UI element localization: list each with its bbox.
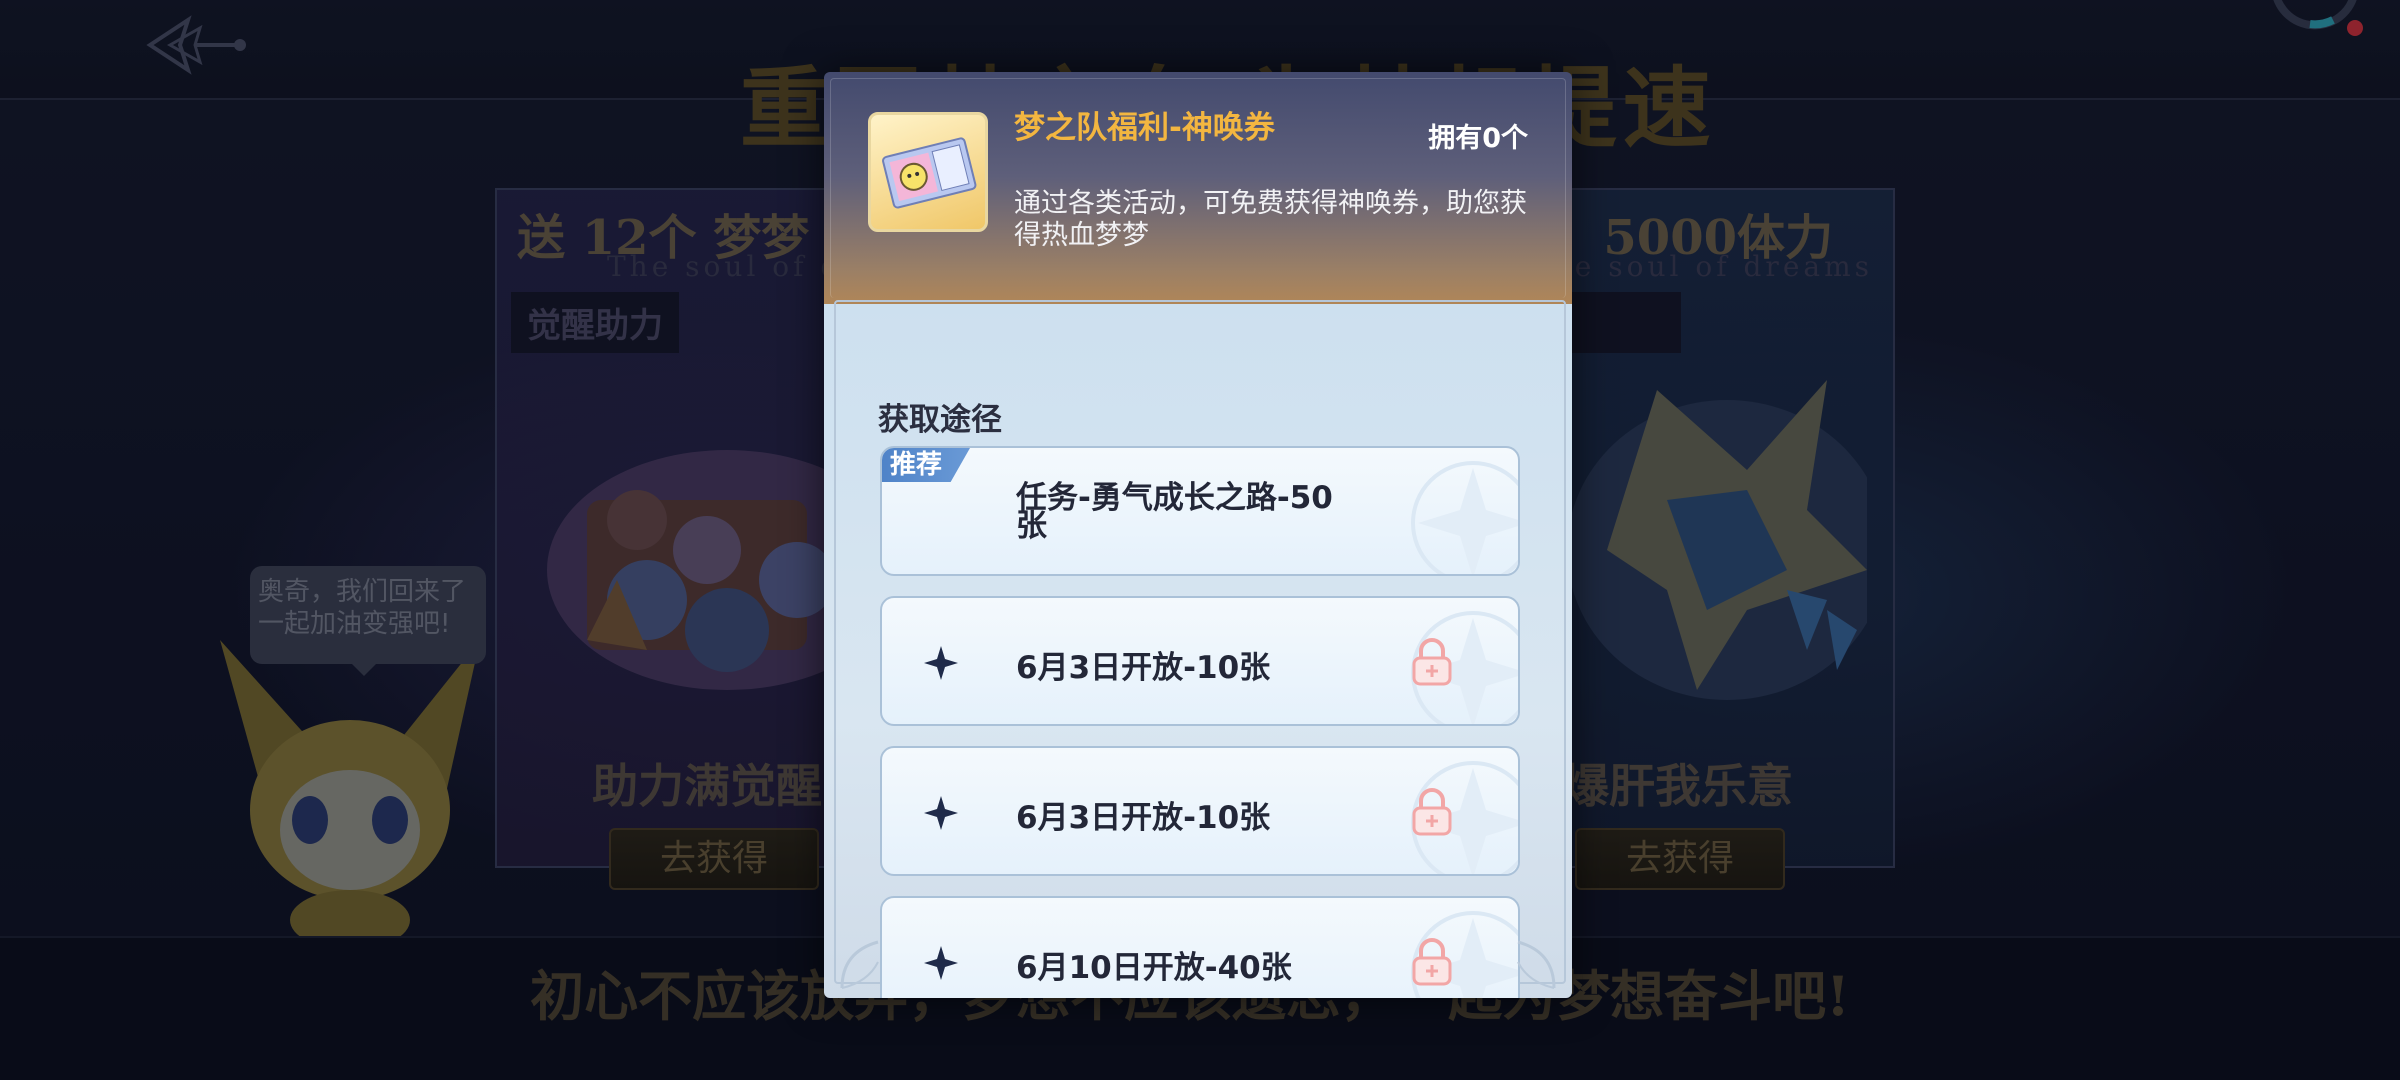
lock-icon — [1412, 938, 1452, 986]
owned-count: 拥有0个 — [1428, 123, 1528, 154]
route-label: 6月10日开放-40张 — [1016, 950, 1292, 986]
lock-icon — [1412, 788, 1452, 836]
route-label: 6月3日开放-10张 — [1016, 650, 1271, 686]
corner-ornament-icon — [840, 940, 879, 989]
acquire-ways-title: 获取途径 — [878, 402, 1002, 438]
item-icon-frame — [868, 112, 988, 232]
item-description: 通过各类活动，可免费获得神唤券，助您获得热血梦梦 — [1014, 188, 1527, 251]
corner-ornament-icon — [1517, 940, 1556, 989]
star-watermark-icon — [1411, 461, 1518, 574]
item-detail-dialog: 梦之队福利-神唤券 拥有0个 通过各类活动，可免费获得神唤券，助您获得热血梦梦 … — [824, 72, 1572, 998]
recommend-badge: 推荐 — [882, 448, 970, 482]
item-name: 梦之队福利-神唤券 — [1014, 110, 1275, 146]
dialog-header: 梦之队福利-神唤券 拥有0个 通过各类活动，可免费获得神唤券，助您获得热血梦梦 — [824, 72, 1572, 304]
route-item-3[interactable]: 6月3日开放-10张 — [880, 746, 1520, 876]
route-item-4[interactable]: 6月10日开放-40张 — [880, 896, 1520, 998]
four-point-star-icon — [924, 946, 958, 980]
route-label: 6月3日开放-10张 — [1016, 800, 1271, 836]
four-point-star-icon — [924, 646, 958, 680]
ticket-icon — [882, 137, 977, 209]
dialog-body: 获取途径 推荐 任务-勇气成长之路-50张 6月3日开放-10张 6月3日开放-… — [824, 300, 1572, 998]
route-item-1[interactable]: 推荐 任务-勇气成长之路-50张 — [880, 446, 1520, 576]
four-point-star-icon — [924, 796, 958, 830]
route-item-2[interactable]: 6月3日开放-10张 — [880, 596, 1520, 726]
route-label: 任务-勇气成长之路-50张 — [1016, 480, 1333, 544]
lock-icon — [1412, 638, 1452, 686]
